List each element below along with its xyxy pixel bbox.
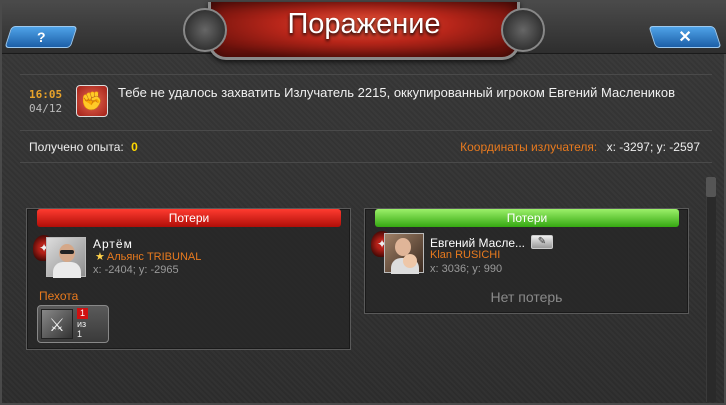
- title-plate: Поражение: [183, 2, 545, 60]
- divider: [20, 162, 712, 163]
- help-button[interactable]: ?: [4, 26, 78, 48]
- emitter-coordinates: Координаты излучателя: x: -3297; y: -259…: [460, 140, 700, 154]
- defeat-icon: ✊: [76, 85, 108, 117]
- experience-label: Получено опыта:: [29, 140, 124, 154]
- message-text: Тебе не удалось захватить Излучатель 221…: [118, 85, 675, 100]
- defender-panel: Потери ✦ Евгений Масле... ✎ Klan RUSICHI…: [364, 208, 689, 314]
- alliance-label: Альянс TRIBUNAL: [106, 251, 202, 263]
- close-icon: ✕: [678, 29, 693, 46]
- attacker-panel: Потери ✦ Артём ★ Альянс TRIBUNAL x: -2404…: [26, 208, 351, 350]
- player-name[interactable]: Евгений Масле...: [430, 236, 525, 250]
- alliance-name[interactable]: Klan RUSICHI: [430, 249, 500, 261]
- no-losses-text: Нет потерь: [490, 289, 563, 305]
- divider: [20, 74, 712, 75]
- scrollbar[interactable]: [706, 177, 716, 402]
- battle-report-window: ? Поражение ✕ 16:05 04/12 ✊ Тебе не удал…: [0, 0, 726, 405]
- pencil-icon[interactable]: ✎: [531, 235, 553, 249]
- units-lost: 1: [77, 308, 88, 319]
- message-date: 04/12: [29, 102, 63, 115]
- avatar[interactable]: [384, 233, 424, 274]
- scrollbar-thumb[interactable]: [706, 177, 716, 197]
- close-button[interactable]: ✕: [648, 26, 722, 48]
- message-time: 16:05: [29, 88, 63, 101]
- coordinates-label: Координаты излучателя:: [460, 140, 598, 154]
- alliance-name[interactable]: ★ Альянс TRIBUNAL: [95, 250, 201, 263]
- unit-card[interactable]: ⚔ 1 из 1: [37, 305, 109, 343]
- losses-header: Потери: [37, 209, 341, 227]
- infantry-icon: ⚔: [41, 309, 73, 339]
- units-of-label: из: [77, 319, 87, 329]
- coordinates-value: x: -3297; y: -2597: [606, 140, 700, 154]
- unit-category-label: Пехота: [39, 289, 79, 303]
- losses-header: Потери: [375, 209, 679, 227]
- avatar[interactable]: [46, 237, 86, 278]
- help-icon: ?: [36, 29, 46, 45]
- window-title: Поражение: [287, 8, 441, 40]
- units-total: 1: [77, 329, 83, 339]
- player-coordinates[interactable]: x: -2404; y: -2965: [93, 264, 179, 276]
- report-message: 16:05 04/12 ✊ Тебе не удалось захватить …: [20, 82, 712, 122]
- player-name[interactable]: Артём: [93, 237, 133, 251]
- player-coordinates[interactable]: x: 3036; y: 990: [430, 263, 502, 275]
- experience-value: 0: [131, 140, 138, 154]
- experience-gained: Получено опыта: 0: [29, 140, 138, 154]
- divider: [20, 130, 712, 131]
- star-icon: ★: [95, 251, 105, 263]
